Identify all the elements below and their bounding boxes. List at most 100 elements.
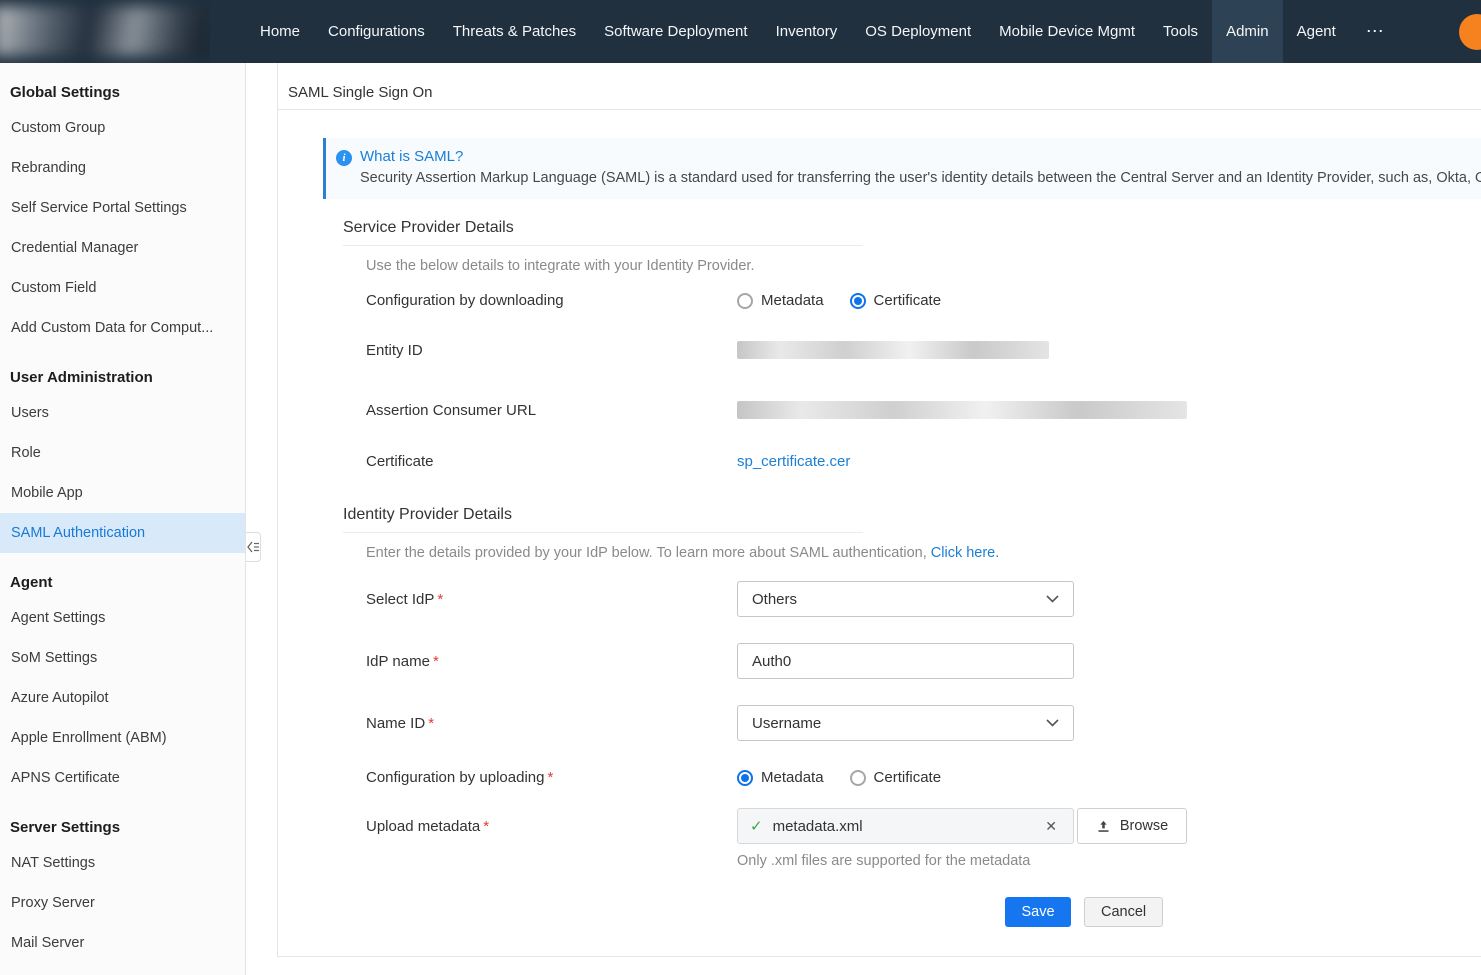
radio-unselected-icon[interactable] [737,293,753,309]
chevron-down-icon [1046,719,1059,727]
name-id-row: Name ID* Username [366,705,1481,741]
select-idp-label: Select IdP* [366,591,737,608]
main-panel: SAML Single Sign On i What is SAML? Secu… [277,63,1481,957]
page-title: SAML Single Sign On [288,84,433,101]
idp-name-label-text: IdP name [366,653,430,670]
name-id-label-text: Name ID [366,715,425,732]
nav-item-admin[interactable]: Admin [1212,0,1283,63]
sp-certificate-row: Certificate sp_certificate.cer [366,453,1481,470]
download-certificate-option[interactable]: Certificate [850,292,942,309]
entity-id-label: Entity ID [366,342,737,359]
select-idp-row: Select IdP* Others [366,581,1481,617]
service-provider-section: Service Provider Details Use the below d… [343,219,1481,470]
select-idp-value: Others [752,591,797,608]
sidebar-heading-server-settings: Server Settings [0,798,245,843]
sp-certificate-label: Certificate [366,453,737,470]
idp-name-input[interactable] [737,643,1074,679]
upload-metadata-row: Upload metadata* ✓ metadata.xml ✕ Browse [366,808,1481,844]
sp-certificate-download-link[interactable]: sp_certificate.cer [737,453,850,470]
sidebar-heading-global-settings: Global Settings [0,63,245,108]
nav-item-tools[interactable]: Tools [1149,0,1212,63]
sidebar-item-saml-authentication[interactable]: SAML Authentication [0,513,245,553]
sidebar-item-mail-server[interactable]: Mail Server [0,923,245,963]
nav-item-agent[interactable]: Agent [1283,0,1350,63]
sidebar-item-azure-autopilot[interactable]: Azure Autopilot [0,678,245,718]
sidebar-item-apple-enrollment[interactable]: Apple Enrollment (ABM) [0,718,245,758]
product-logo[interactable] [0,0,210,63]
nav-item-threats-patches[interactable]: Threats & Patches [439,0,590,63]
radio-selected-icon[interactable] [850,293,866,309]
click-here-link[interactable]: Click here. [931,545,1000,561]
upload-icon [1096,819,1111,834]
sidebar-item-rebranding[interactable]: Rebranding [0,148,245,188]
save-button[interactable]: Save [1005,897,1071,927]
product-logo-blur [0,6,206,56]
sidebar-item-agent-settings[interactable]: Agent Settings [0,598,245,638]
sidebar-heading-user-administration: User Administration [0,348,245,393]
required-marker: * [428,715,434,732]
check-icon: ✓ [750,817,763,835]
assertion-consumer-url-label: Assertion Consumer URL [366,402,737,419]
remove-file-icon[interactable]: ✕ [1041,816,1061,837]
nav-item-home[interactable]: Home [246,0,314,63]
sidebar-item-add-custom-data[interactable]: Add Custom Data for Comput... [0,308,245,348]
required-marker: * [433,653,439,670]
download-metadata-label: Metadata [761,292,824,309]
select-idp-dropdown[interactable]: Others [737,581,1074,617]
sidebar-item-credential-manager[interactable]: Credential Manager [0,228,245,268]
radio-unselected-icon[interactable] [850,770,866,786]
saml-description-text: Security Assertion Markup Language (SAML… [360,170,1481,186]
info-icon: i [336,150,352,166]
uploaded-file-name: metadata.xml [773,818,863,835]
identity-provider-section: Identity Provider Details Enter the deta… [343,506,1481,927]
upload-metadata-option-label: Metadata [761,769,824,786]
browse-button[interactable]: Browse [1077,808,1187,844]
browse-button-label: Browse [1120,818,1168,834]
nav-item-software-deployment[interactable]: Software Deployment [590,0,761,63]
name-id-dropdown[interactable]: Username [737,705,1074,741]
service-provider-heading: Service Provider Details [343,219,863,246]
nav-more-button[interactable]: ⋯ [1350,0,1402,63]
sidebar-collapse-toggle[interactable] [246,532,261,562]
idp-name-row: IdP name* [366,643,1481,679]
download-metadata-option[interactable]: Metadata [737,292,824,309]
required-marker: * [483,818,489,835]
sidebar-item-mobile-app[interactable]: Mobile App [0,473,245,513]
download-certificate-label: Certificate [874,292,942,309]
upload-hint-text: Only .xml files are supported for the me… [737,853,1481,869]
sidebar-item-role[interactable]: Role [0,433,245,473]
service-provider-subtitle: Use the below details to integrate with … [366,258,1481,274]
nav-item-configurations[interactable]: Configurations [314,0,439,63]
config-upload-label: Configuration by uploading* [366,769,737,786]
upload-certificate-option[interactable]: Certificate [850,769,942,786]
sidebar-item-som-settings[interactable]: SoM Settings [0,638,245,678]
nav-item-inventory[interactable]: Inventory [762,0,852,63]
config-upload-radio-group: Metadata Certificate [737,769,967,786]
account-icon[interactable] [1459,14,1481,50]
uploaded-file-box: ✓ metadata.xml ✕ [737,808,1074,844]
nav-item-os-deployment[interactable]: OS Deployment [851,0,985,63]
config-download-label: Configuration by downloading [366,292,737,309]
sidebar-item-nat-settings[interactable]: NAT Settings [0,843,245,883]
sidebar-item-apns-certificate[interactable]: APNS Certificate [0,758,245,798]
sidebar-item-custom-group[interactable]: Custom Group [0,108,245,148]
what-is-saml-link[interactable]: What is SAML? [360,148,463,165]
identity-provider-subtitle-text: Enter the details provided by your IdP b… [366,545,927,561]
assertion-consumer-url-row: Assertion Consumer URL [366,401,1481,419]
radio-selected-icon[interactable] [737,770,753,786]
required-marker: * [437,591,443,608]
sidebar-item-self-service-portal-settings[interactable]: Self Service Portal Settings [0,188,245,228]
cancel-button[interactable]: Cancel [1084,897,1163,927]
sidebar-item-users[interactable]: Users [0,393,245,433]
top-navigation: Home Configurations Threats & Patches So… [0,0,1481,63]
config-download-row: Configuration by downloading Metadata Ce… [366,292,1481,309]
upload-metadata-option[interactable]: Metadata [737,769,824,786]
sidebar-item-proxy-server[interactable]: Proxy Server [0,883,245,923]
identity-provider-subtitle: Enter the details provided by your IdP b… [366,545,1481,561]
nav-item-mobile-device-mgmt[interactable]: Mobile Device Mgmt [985,0,1149,63]
config-download-radio-group: Metadata Certificate [737,292,967,309]
required-marker: * [547,769,553,786]
sidebar-item-custom-field[interactable]: Custom Field [0,268,245,308]
config-upload-row: Configuration by uploading* Metadata Cer… [366,769,1481,786]
config-upload-label-text: Configuration by uploading [366,769,544,786]
